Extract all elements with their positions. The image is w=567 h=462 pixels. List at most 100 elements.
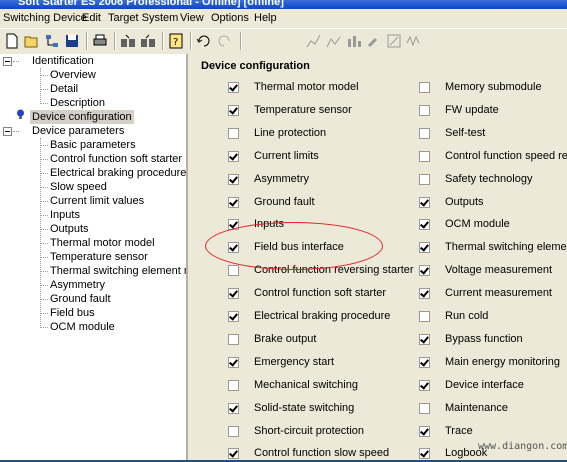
config-row: Self-test [419,127,567,142]
open-icon[interactable] [24,33,40,49]
checkbox-label: Short-circuit protection [254,424,365,437]
menu-options[interactable]: Options [211,12,249,24]
checkbox[interactable] [228,104,239,116]
config-row: Voltage measurement [419,264,567,279]
checkbox[interactable] [228,219,239,231]
checkbox[interactable] [419,82,430,93]
menu-switching-device[interactable]: Switching Device [3,12,87,24]
checkbox[interactable] [228,356,239,368]
checkbox[interactable] [228,402,239,414]
tree-item-identification[interactable]: Identification [32,54,94,68]
checkbox[interactable] [419,311,430,322]
collapse-icon[interactable] [3,57,12,66]
collapse-icon-2[interactable] [3,127,12,136]
tree-item-param[interactable]: Thermal switching element model [50,264,186,278]
checkbox-label: Mechanical switching [254,378,358,391]
tree-item-param[interactable]: Thermal motor model [50,236,155,250]
config-row: Control function reversing starter [228,264,414,279]
checkbox[interactable] [419,242,430,254]
checkbox[interactable] [419,448,430,460]
tree-item-param[interactable]: Ground fault [50,292,111,306]
checkbox[interactable] [419,379,430,391]
tree-item-param[interactable]: Temperature sensor [50,250,148,264]
config-row: Line protection [228,127,413,142]
checkbox[interactable] [419,127,430,139]
config-row: Device interface [419,379,567,394]
checkbox-label: Electrical braking procedure [254,310,391,322]
checkbox-label: Outputs [445,195,484,208]
checkbox[interactable] [228,379,239,391]
new-icon[interactable] [4,33,20,49]
tree-item-param[interactable]: Electrical braking procedure [50,166,186,180]
tree-item-device-parameters[interactable]: Device parameters [32,124,124,138]
menu-bar: Switching Device Edit Target System View… [0,9,567,28]
checkbox[interactable] [419,265,430,277]
tree-item-param[interactable]: Asymmetry [50,278,105,292]
checkbox-label: Asymmetry [254,172,309,185]
checkbox[interactable] [228,196,239,208]
config-row: Main energy monitoring [419,355,567,371]
waveform-icon [406,33,422,49]
config-row: Temperature sensor [228,104,413,119]
tree-item-overview[interactable]: Overview [50,68,96,82]
checkbox[interactable] [228,82,239,93]
tree-item-param[interactable]: Control function soft starter [50,152,182,166]
checkbox[interactable] [228,173,239,185]
undo-icon[interactable] [196,33,212,49]
checkbox-label: Control function reversing starter [254,264,414,277]
config-row: Control function soft starter [228,287,413,302]
print-icon[interactable] [92,33,108,49]
help-icon[interactable]: ? [168,33,184,49]
checkbox[interactable] [419,288,430,300]
tree-item-param[interactable]: Current limit values [50,194,144,208]
tree-item-param[interactable]: OCM module [50,320,115,334]
config-row: Safety technology [419,173,567,188]
checkbox[interactable] [228,242,239,254]
checkbox[interactable] [419,219,430,231]
checkbox[interactable] [419,196,430,208]
menu-edit[interactable]: Edit [82,12,101,24]
tree-item-param[interactable]: Field bus [50,306,95,320]
checkbox[interactable] [419,402,430,414]
menu-target-system[interactable]: Target System [108,12,178,24]
checkbox-label: Solid-state switching [254,401,355,414]
tree-item-description[interactable]: Description [50,96,105,110]
save-icon[interactable] [64,33,80,49]
tree-item-device-configuration[interactable]: Device configuration [30,110,134,124]
checkbox[interactable] [228,265,239,277]
config-row: Control function speed regula [419,150,567,165]
checkbox[interactable] [419,425,430,437]
checkbox[interactable] [228,127,239,139]
tree-item-detail[interactable]: Detail [50,82,78,96]
checkbox[interactable] [419,150,430,162]
config-row: Solid-state switching [228,401,413,417]
checkbox[interactable] [228,448,239,460]
tree-item-param[interactable]: Basic parameters [50,138,136,152]
checkbox[interactable] [228,311,239,322]
tree-item-param[interactable]: Inputs [50,208,80,222]
checkbox[interactable] [419,356,430,368]
config-row: OCM module [419,218,567,233]
checkbox[interactable] [228,288,239,300]
menu-view[interactable]: View [180,12,204,24]
checkbox[interactable] [228,150,239,162]
checkbox-label: Current limits [254,149,319,162]
checkbox-label: Main energy monitoring [445,355,560,368]
svg-text:?: ? [173,37,178,48]
checkbox[interactable] [419,104,430,116]
lightbulb-icon [16,109,25,120]
checkbox[interactable] [419,333,430,345]
load-to-pc-icon[interactable] [120,33,136,49]
checkbox-label: Bypass function [445,332,523,345]
tree-item-param[interactable]: Slow speed [50,180,107,194]
checkbox[interactable] [228,333,239,345]
tree-item-param[interactable]: Outputs [50,222,89,236]
checkbox[interactable] [419,173,430,185]
network-icon[interactable] [44,33,60,49]
checkbox-label: Inputs [254,218,284,231]
config-row: Ground fault [228,196,413,211]
load-to-device-icon[interactable] [140,33,156,49]
menu-help[interactable]: Help [254,12,277,24]
config-row: Current limits [228,149,413,165]
checkbox[interactable] [228,425,239,437]
